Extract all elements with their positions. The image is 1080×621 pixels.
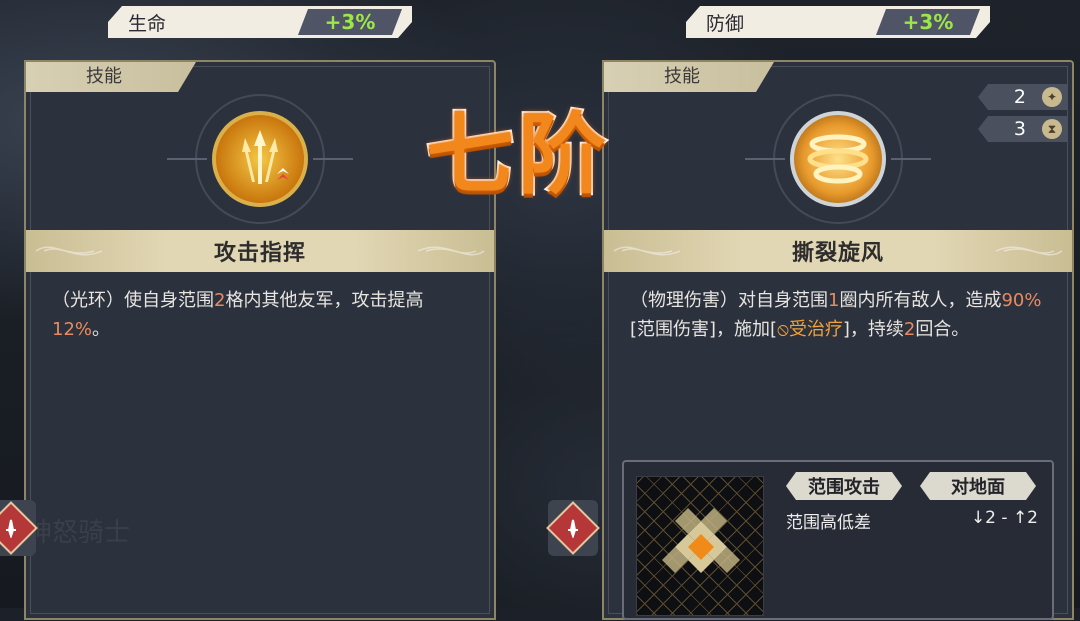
heal-debuff-label: 受治疗 [788,319,843,340]
sparkle-icon: ✦ [1042,87,1062,107]
cooldown-value: 3 [1013,118,1026,140]
unit-class-badge-right[interactable] [546,500,600,556]
command-arrows-icon [212,111,308,207]
def-stat-bar: 防御 +3% [686,6,990,38]
height-diff-value: ↓2 - ↑2 [970,508,1038,528]
sword-icon [6,519,17,538]
skill-emblem-frame [167,94,353,224]
skill-description: （物理伤害）对自身范围1圈内所有敌人，造成90% [范围伤害]，施加[⦸受治疗]，… [630,286,1046,344]
desc-text: ]，持续 [842,319,904,340]
range-grid-preview [636,476,764,616]
range-attack-tag: 范围攻击 [786,472,902,500]
right-skill-card[interactable]: 技能 2 ✦ 3 ⧗ 撕裂旋风 （物理伤害）对自身范围1圈内所有敌人，造成90%… [602,60,1074,620]
desc-text: （光环）使自身范围 [52,290,214,311]
skill-tag: 技能 [604,62,774,92]
desc-highlight: 1 [828,290,840,311]
skill-description: （光环）使自身范围2格内其他友军，攻击提高 12%。 [52,286,468,344]
no-heal-icon: ⦸ [777,319,789,340]
skill-name-banner: 攻击指挥 [26,230,494,272]
skill-emblem-frame [745,94,931,224]
cooldown-counter: 3 ⧗ [978,116,1068,142]
def-stat-label: 防御 [706,12,745,35]
skill-name: 撕裂旋风 [791,241,884,266]
desc-highlight: 12% [52,319,93,340]
desc-text: 格内其他友军，攻击提高 [225,290,424,311]
range-info-box: 范围攻击 对地面 范围高低差 ↓2 - ↑2 [622,460,1054,620]
whirlwind-icon [790,111,886,207]
unit-class-badge-left[interactable] [0,500,38,556]
cost-value: 2 [1013,86,1026,108]
desc-text: 。 [92,319,111,340]
desc-highlight: 90% [1001,290,1042,311]
desc-text: 圈内所有敌人，造成 [839,290,1002,311]
hourglass-icon: ⧗ [1042,119,1062,139]
desc-text: 回合。 [915,319,970,340]
faded-unit-name: 神怒骑士 [26,518,131,548]
ground-target-tag: 对地面 [920,472,1036,500]
desc-text: （物理伤害）对自身范围 [630,290,828,311]
skill-tag: 技能 [26,62,196,92]
desc-highlight: 2 [214,290,226,311]
heal-debuff[interactable]: ⦸受治疗 [777,319,843,340]
skill-name: 攻击指挥 [213,241,306,266]
hp-stat-bar: 生命 +3% [108,6,412,38]
hp-stat-value: +3% [298,9,402,35]
hp-stat-label: 生命 [128,12,167,35]
rank-overlay-title: 七阶 [424,101,611,208]
def-stat-value: +3% [876,9,980,35]
sword-icon [568,519,578,538]
skill-name-banner: 撕裂旋风 [604,230,1072,272]
desc-text: [范围伤害]，施加[ [630,319,778,340]
desc-highlight: 2 [903,319,916,340]
cost-counter: 2 ✦ [978,84,1068,110]
height-diff-label: 范围高低差 [786,513,871,533]
